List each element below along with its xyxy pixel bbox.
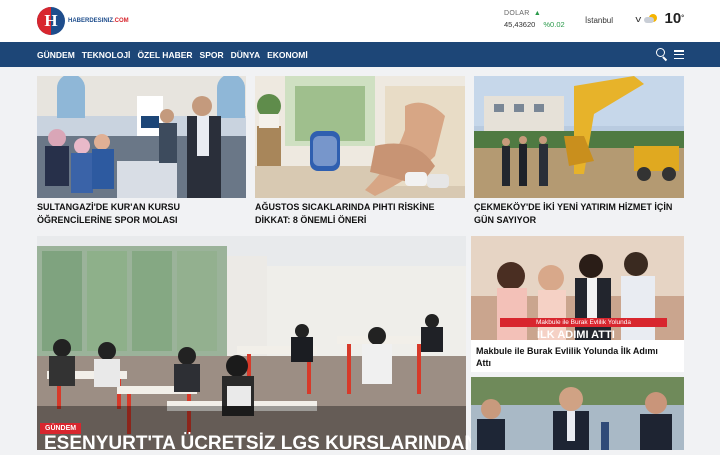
news-title-line: ÇEKMEKÖY'DE İKİ YENİ YATIRIM HİZMET İÇİN — [474, 202, 673, 212]
nav-item-gundem[interactable]: GÜNDEM — [37, 50, 75, 60]
site-logo[interactable]: H HABERDESINIZ.COM — [37, 7, 129, 35]
overlay-banner-headline: İLK ADIMI ATTI — [537, 329, 615, 341]
news-image — [474, 76, 684, 198]
featured-image — [37, 236, 466, 450]
side-news-caption: Attı — [476, 358, 491, 368]
side-news-caption: Makbule ile Burak Evlilik Yolunda İlk Ad… — [476, 346, 658, 356]
weather-widget[interactable]: v 10 ° — [635, 10, 684, 27]
side-news-card[interactable]: Makbule ile Burak Evlilik Yolunda İlk Ad… — [471, 236, 684, 372]
currency-label: DOLAR — [504, 10, 530, 17]
news-title-line: GÜN SAYIYOR — [474, 215, 537, 225]
overlay-banner-text: Makbule ile Burak Evlilik Yolunda — [535, 319, 632, 326]
side-news-image — [471, 377, 684, 450]
logo-wordmark: HABERDESINIZ.COM — [68, 18, 129, 24]
nav-item-spor[interactable]: SPOR — [200, 50, 224, 60]
side-news-card[interactable] — [471, 377, 684, 450]
city-selector[interactable]: İstanbul — [585, 16, 613, 25]
nav-item-ekonomi[interactable]: EKONOMİ — [267, 50, 308, 60]
currency-change: %0.02 — [543, 20, 565, 29]
featured-news[interactable] — [37, 236, 466, 450]
news-card[interactable]: ÇEKMEKÖY'DE İKİ YENİ YATIRIM HİZMET İÇİN… — [474, 76, 684, 229]
news-title-line: SULTANGAZİ'DE KUR'AN KURSU — [37, 202, 180, 212]
temperature-value: 10 — [664, 10, 682, 27]
arrow-up-icon: ▲ — [533, 10, 542, 17]
partly-cloudy-icon — [643, 13, 658, 25]
hamburger-menu-icon[interactable] — [674, 50, 684, 60]
currency-widget[interactable]: DOLAR ▲ 45,43620 %0.02 — [504, 10, 565, 29]
news-title-line: ÖĞRENCİLERİNE SPOR MOLASI — [37, 215, 178, 225]
news-card[interactable]: AĞUSTOS SICAKLARINDA PIHTI RİSKİNE DİKKA… — [255, 76, 465, 229]
news-title-line: AĞUSTOS SICAKLARINDA PIHTI RİSKİNE — [255, 202, 435, 212]
main-nav: GÜNDEM TEKNOLOJİ ÖZEL HABER SPOR DÜNYA E… — [0, 42, 720, 67]
logo-mark: H — [37, 7, 65, 35]
chevron-down-icon[interactable]: v — [635, 14, 641, 24]
top-header: H HABERDESINIZ.COM DOLAR ▲ 45,43620 %0.0… — [0, 0, 720, 42]
nav-item-ozel-haber[interactable]: ÖZEL HABER — [137, 50, 192, 60]
news-title-line: DİKKAT: 8 ÖNEMLİ ÖNERİ — [255, 215, 367, 225]
nav-item-teknoloji[interactable]: TEKNOLOJİ — [82, 50, 131, 60]
nav-item-dunya[interactable]: DÜNYA — [231, 50, 260, 60]
news-card[interactable]: SULTANGAZİ'DE KUR'AN KURSU ÖĞRENCİLERİNE… — [37, 76, 246, 229]
featured-title: ESENYURT'TA ÜCRETSİZ LGS KURSLARINDAN 19… — [44, 433, 516, 454]
search-icon[interactable] — [656, 48, 668, 62]
degree-symbol: ° — [681, 15, 684, 22]
news-image — [37, 76, 246, 198]
currency-value: 45,43620 — [504, 20, 536, 29]
news-image — [255, 76, 465, 198]
